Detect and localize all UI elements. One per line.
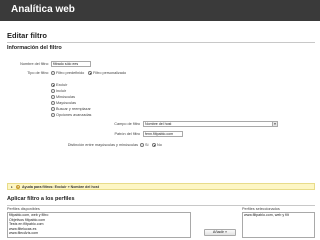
- filter-field-select[interactable]: Nombre del host ▼: [143, 121, 278, 127]
- top-bar: Analítica web: [0, 0, 320, 21]
- option-include-label: Incluir: [56, 89, 67, 93]
- page-title: Editar filtro: [7, 31, 48, 40]
- radio-custom-label: Filtro personalizado: [93, 71, 127, 75]
- filter-help-bar[interactable]: ▸ ? Ayuda para filtros: Excluir » Nombre…: [7, 183, 315, 190]
- radio-include[interactable]: [51, 89, 55, 93]
- case-sensitivity-label: Distinción entre mayúsculas y minúsculas: [67, 143, 138, 147]
- radio-exclude[interactable]: [51, 83, 55, 87]
- radio-case-yes[interactable]: [140, 143, 144, 147]
- add-profile-button[interactable]: Añadir »: [204, 229, 236, 236]
- list-item[interactable]: www.filtpablo.com, web y filt: [243, 213, 314, 218]
- option-exclude-label: Excluir: [56, 83, 68, 87]
- option-advanced-label: Opciones avanzadas: [56, 113, 92, 117]
- radio-custom[interactable]: [88, 71, 92, 75]
- radio-predefined[interactable]: [51, 71, 55, 75]
- filter-name-input[interactable]: filtrado sólo ees: [51, 61, 91, 67]
- filter-info-heading: Información del filtro: [7, 45, 62, 51]
- selected-profiles-label: Perfiles seleccionados: [242, 207, 280, 211]
- filter-field-label: Campo de filtro: [114, 122, 140, 126]
- radio-lowercase[interactable]: [51, 95, 55, 99]
- selected-profiles-list[interactable]: www.filtpablo.com, web y filt: [242, 212, 315, 238]
- app-title: Analítica web: [11, 4, 75, 15]
- help-icon: ?: [16, 184, 20, 189]
- radio-search-replace[interactable]: [51, 107, 55, 111]
- chevron-down-icon: ▼: [272, 122, 277, 126]
- filter-pattern-label: Patrón del filtro: [114, 132, 140, 136]
- filter-field-value: Nombre del host: [145, 122, 172, 126]
- radio-uppercase[interactable]: [51, 101, 55, 105]
- available-profiles-list[interactable]: filtpablo.com, web y filtro Objetivos fi…: [7, 212, 191, 238]
- apply-profiles-heading: Aplicar filtro a los perfiles: [7, 196, 75, 202]
- filter-help-text: Ayuda para filtros: Excluir » Nombre del…: [22, 185, 99, 189]
- radio-advanced[interactable]: [51, 113, 55, 117]
- list-item[interactable]: www.filecArts.com: [8, 231, 190, 236]
- filter-type-label: Tipo de filtro:: [27, 71, 49, 75]
- apply-divider: [7, 205, 315, 206]
- available-profiles-label: Perfiles disponibles: [7, 207, 40, 211]
- radio-case-no[interactable]: [152, 143, 156, 147]
- option-lowercase-label: Minúsculas: [56, 95, 75, 99]
- title-divider: [7, 42, 315, 43]
- option-search-replace-label: Buscar y reemplazar: [56, 107, 91, 111]
- radio-predefined-label: Filtro predefinido: [56, 71, 85, 75]
- case-no-label: No: [157, 143, 162, 147]
- expand-arrow-icon: ▸: [11, 185, 13, 189]
- case-yes-label: Sí: [145, 143, 149, 147]
- filter-name-label: Nombre del filtro:: [20, 62, 49, 66]
- option-uppercase-label: Mayúsculas: [56, 101, 77, 105]
- filter-pattern-input[interactable]: fenn.filtpablo.com: [143, 131, 183, 137]
